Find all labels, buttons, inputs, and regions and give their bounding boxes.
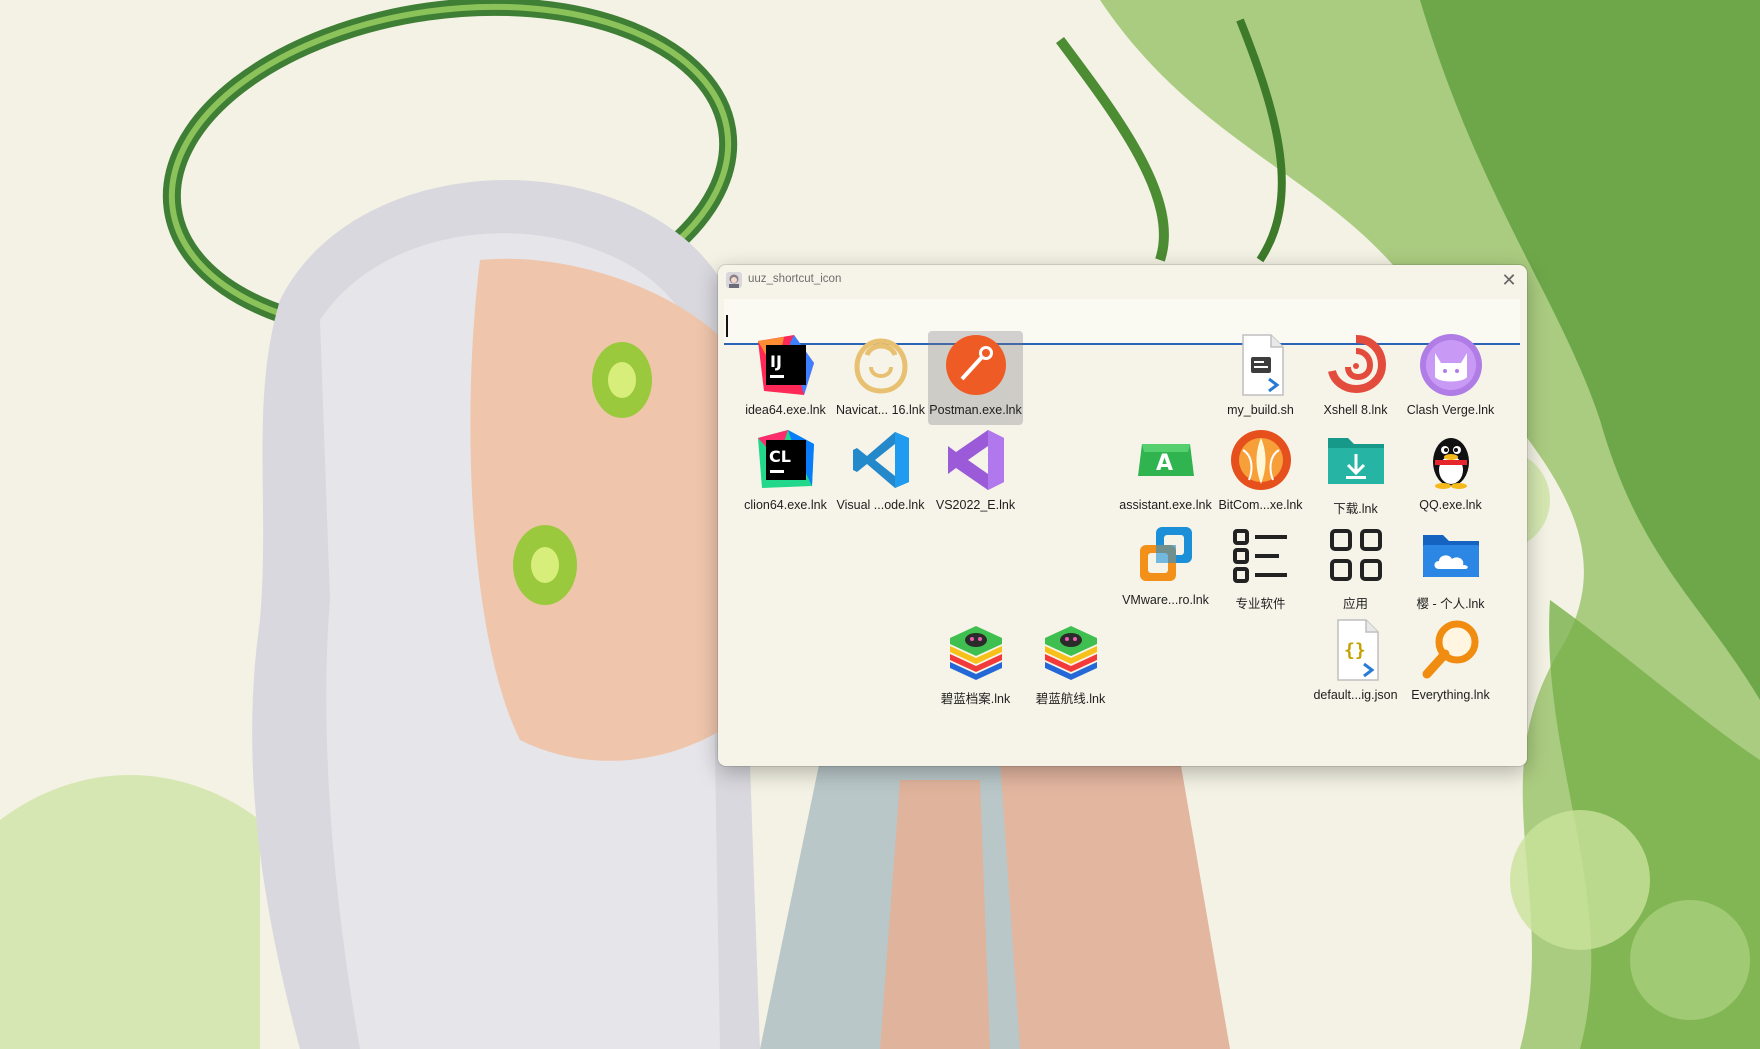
visual-studio-icon [944,428,1008,492]
bluestacks-icon [944,618,1008,682]
shortcut-bitcomet[interactable]: BitCom...xe.lnk [1213,426,1308,520]
shortcut-label: BitCom...xe.lnk [1218,498,1303,512]
svg-text:A: A [1156,451,1173,476]
intellij-idea-icon: IJ [754,333,818,397]
list-folder-icon [1229,523,1293,587]
qq-penguin-icon [1419,428,1483,492]
shortcut-label: VMware...ro.lnk [1122,593,1209,607]
clion-icon: CL [754,428,818,492]
shortcut-vscode[interactable]: Visual ...ode.lnk [833,426,928,520]
shortcut-label: 下载.lnk [1333,502,1378,516]
json-file-icon: {} [1324,618,1388,682]
shortcut-label: my_build.sh [1227,403,1294,417]
apps-grid-icon [1324,523,1388,587]
shortcut-my-build[interactable]: my_build.sh [1213,331,1308,425]
shortcut-label: idea64.exe.lnk [745,403,826,417]
shortcut-label: 专业软件 [1235,597,1286,611]
svg-text:{}: {} [1344,640,1366,661]
launcher-window: uuz_shortcut_icon ✕ IJ idea64.exe.lnk Na… [718,265,1527,766]
shortcut-pro-software[interactable]: 专业软件 [1213,521,1308,615]
shortcut-grid: IJ idea64.exe.lnk Navicat... 16.lnk Post… [718,265,1527,766]
shortcut-vmware[interactable]: VMware...ro.lnk [1118,521,1213,615]
shortcut-label: 碧蓝航线.lnk [1035,692,1106,706]
svg-text:CL: CL [769,447,791,466]
shortcut-label: default...ig.json [1313,688,1398,702]
navicat-icon [849,333,913,397]
bluestacks-icon [1039,618,1103,682]
shortcut-everything[interactable]: Everything.lnk [1403,616,1498,710]
shortcut-apps[interactable]: 应用 [1308,521,1403,615]
shortcut-qq[interactable]: QQ.exe.lnk [1403,426,1498,520]
xshell-icon [1324,333,1388,397]
shortcut-idea64[interactable]: IJ idea64.exe.lnk [738,331,833,425]
shortcut-xshell[interactable]: Xshell 8.lnk [1308,331,1403,425]
postman-icon [944,333,1008,397]
downloads-folder-icon [1324,428,1388,492]
shortcut-label: Postman.exe.lnk [929,403,1022,417]
shortcut-blue-archive[interactable]: 碧蓝档案.lnk [928,616,1023,710]
onedrive-folder-icon [1419,523,1483,587]
shortcut-label: Visual ...ode.lnk [836,498,925,512]
shortcut-clash-verge[interactable]: Clash Verge.lnk [1403,331,1498,425]
shortcut-label: QQ.exe.lnk [1419,498,1482,512]
shortcut-label: Everything.lnk [1411,688,1490,702]
vscode-icon [849,428,913,492]
shortcut-downloads[interactable]: 下载.lnk [1308,426,1403,520]
bitcomet-icon [1229,428,1293,492]
shortcut-clion64[interactable]: CL clion64.exe.lnk [738,426,833,520]
shortcut-navicat[interactable]: Navicat... 16.lnk [833,331,928,425]
everything-search-icon [1419,618,1483,682]
shortcut-label: 碧蓝档案.lnk [940,692,1011,706]
shortcut-vs2022[interactable]: VS2022_E.lnk [928,426,1023,520]
shortcut-label: VS2022_E.lnk [935,498,1016,512]
shortcut-assistant[interactable]: A assistant.exe.lnk [1118,426,1213,520]
shortcut-label: clion64.exe.lnk [744,498,827,512]
shortcut-label: Navicat... 16.lnk [836,403,925,417]
assistant-icon: A [1134,428,1198,492]
shortcut-label: 应用 [1342,597,1368,611]
clash-verge-icon [1419,333,1483,397]
shortcut-label: Clash Verge.lnk [1406,403,1495,417]
shortcut-postman[interactable]: Postman.exe.lnk [928,331,1023,425]
shortcut-label: 樱 - 个人.lnk [1416,597,1485,611]
shortcut-azur-lane[interactable]: 碧蓝航线.lnk [1023,616,1118,710]
shortcut-default-config-json[interactable]: {} default...ig.json [1308,616,1403,710]
shortcut-label: assistant.exe.lnk [1119,498,1212,512]
shortcut-onedrive-personal[interactable]: 樱 - 个人.lnk [1403,521,1498,615]
shortcut-label: Xshell 8.lnk [1323,403,1388,417]
vmware-icon [1134,523,1198,587]
svg-text:IJ: IJ [770,352,782,371]
shell-script-file-icon [1229,333,1293,397]
